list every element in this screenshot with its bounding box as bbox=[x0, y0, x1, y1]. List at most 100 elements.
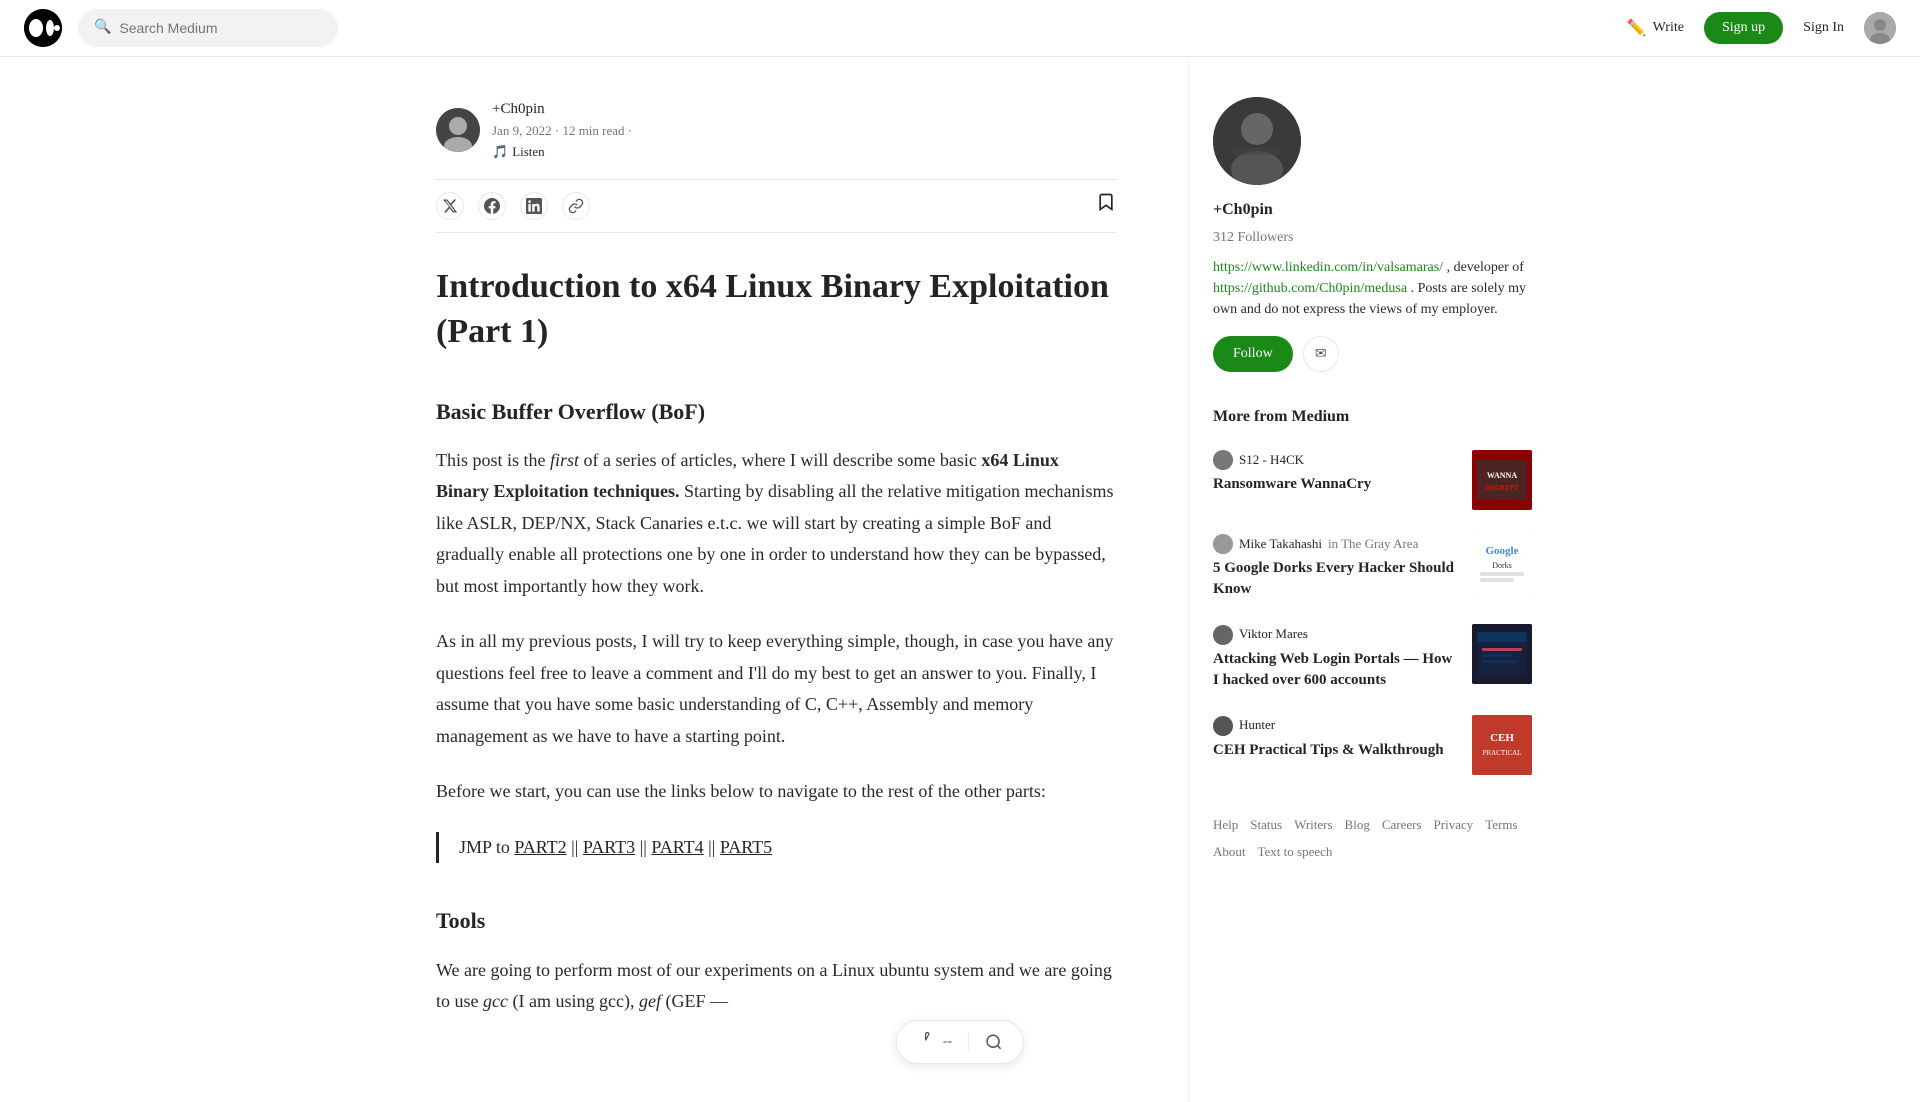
jmp-prefix: JMP to bbox=[459, 837, 514, 857]
more-from-medium: More from Medium S12 - H4CK Ransomware W… bbox=[1213, 404, 1532, 775]
subscribe-button[interactable]: ✉ bbox=[1303, 336, 1339, 372]
footer-careers[interactable]: Careers bbox=[1382, 815, 1422, 836]
svg-text:Google: Google bbox=[1486, 545, 1519, 557]
rec-4-author-avatar bbox=[1213, 716, 1233, 736]
author-name[interactable]: +Ch0pin bbox=[492, 97, 1116, 121]
rec-2-author-name: Mike Takahashi bbox=[1239, 534, 1322, 555]
rec-1-content: S12 - H4CK Ransomware WannaCry bbox=[1213, 450, 1460, 496]
footer-help[interactable]: Help bbox=[1213, 815, 1238, 836]
recommendation-1[interactable]: S12 - H4CK Ransomware WannaCry WANNA DEC… bbox=[1213, 450, 1532, 510]
rec-3-thumbnail bbox=[1472, 624, 1532, 684]
rec-4-author-row: Hunter bbox=[1213, 715, 1460, 736]
rec-3-author-avatar bbox=[1213, 625, 1233, 645]
write-label: Write bbox=[1653, 20, 1684, 36]
profile-actions: Follow ✉ bbox=[1213, 336, 1532, 372]
part3-link[interactable]: PART3 bbox=[583, 837, 635, 857]
sidebar-footer: Help Status Writers Blog Careers Privacy… bbox=[1213, 815, 1532, 863]
rec-4-title: CEH Practical Tips & Walkthrough bbox=[1213, 740, 1460, 761]
article-meta: Jan 9, 2022 · 12 min read · 🎵 Listen bbox=[492, 121, 1116, 163]
bio-text1: , developer of bbox=[1447, 260, 1524, 275]
footer-writers[interactable]: Writers bbox=[1294, 815, 1332, 836]
section1-title: Basic Buffer Overflow (BoF) bbox=[436, 394, 1116, 429]
user-avatar[interactable] bbox=[1864, 12, 1896, 44]
header-left: 🔍 bbox=[24, 9, 338, 47]
rec-1-thumbnail: WANNA DECRYPT bbox=[1472, 450, 1532, 510]
svg-text:CEH: CEH bbox=[1490, 732, 1514, 744]
linkedin-link[interactable]: https://www.linkedin.com/in/valsamaras/ bbox=[1213, 260, 1443, 275]
twitter-share-button[interactable] bbox=[436, 192, 464, 220]
rec-4-content: Hunter CEH Practical Tips & Walkthrough bbox=[1213, 715, 1460, 761]
facebook-share-button[interactable] bbox=[478, 192, 506, 220]
rec-1-author-row: S12 - H4CK bbox=[1213, 450, 1460, 471]
sep2: || bbox=[640, 837, 652, 857]
copy-link-button[interactable] bbox=[562, 192, 590, 220]
author-avatar[interactable] bbox=[436, 108, 480, 152]
rec-1-title: Ransomware WannaCry bbox=[1213, 474, 1460, 495]
write-button[interactable]: ✏️ Write bbox=[1627, 18, 1684, 38]
article-paragraph-3: Before we start, you can use the links b… bbox=[436, 776, 1116, 808]
clap-button[interactable]: -- bbox=[917, 1031, 952, 1053]
footer-status[interactable]: Status bbox=[1250, 815, 1282, 836]
linkedin-share-button[interactable] bbox=[520, 192, 548, 220]
rec-2-title: 5 Google Dorks Every Hacker Should Know bbox=[1213, 558, 1460, 600]
follow-button[interactable]: Follow bbox=[1213, 336, 1293, 372]
author-meta: +Ch0pin Jan 9, 2022 · 12 min read · 🎵 Li… bbox=[436, 97, 1116, 163]
part5-link[interactable]: PART5 bbox=[720, 837, 772, 857]
rec-3-author-name: Viktor Mares bbox=[1239, 624, 1308, 645]
subscribe-icon: ✉ bbox=[1315, 345, 1327, 362]
rec-2-content: Mike Takahashi in The Gray Area 5 Google… bbox=[1213, 534, 1460, 601]
medium-logo[interactable] bbox=[24, 9, 62, 47]
signin-button[interactable]: Sign In bbox=[1803, 20, 1844, 36]
footer-blog[interactable]: Blog bbox=[1345, 815, 1370, 836]
recommendation-4[interactable]: Hunter CEH Practical Tips & Walkthrough … bbox=[1213, 715, 1532, 775]
rec-2-in: in The Gray Area bbox=[1328, 534, 1418, 555]
signup-button[interactable]: Sign up bbox=[1704, 12, 1783, 44]
listen-button[interactable]: 🎵 Listen bbox=[492, 142, 1116, 163]
clap-count: -- bbox=[943, 1031, 952, 1053]
search-bar[interactable]: 🔍 bbox=[78, 9, 338, 47]
bottom-toolbar: -- bbox=[896, 1020, 1024, 1064]
profile-name[interactable]: +Ch0pin bbox=[1213, 197, 1532, 223]
rec-4-author-name: Hunter bbox=[1239, 715, 1275, 736]
header-right: ✏️ Write Sign up Sign In bbox=[1627, 12, 1896, 44]
listen-icon: 🎵 bbox=[492, 142, 508, 163]
part2-link[interactable]: PART2 bbox=[514, 837, 566, 857]
toolbar-search-button[interactable] bbox=[985, 1033, 1003, 1051]
footer-about[interactable]: About bbox=[1213, 842, 1246, 863]
search-icon: 🔍 bbox=[94, 17, 111, 39]
header: 🔍 ✏️ Write Sign up Sign In bbox=[0, 0, 1920, 57]
rec-3-title: Attacking Web Login Portals — How I hack… bbox=[1213, 649, 1460, 691]
navigation-blockquote: JMP to PART2 || PART3 || PART4 || PART5 bbox=[436, 832, 1116, 864]
profile-card: +Ch0pin 312 Followers https://www.linked… bbox=[1213, 97, 1532, 372]
sep1: || bbox=[571, 837, 583, 857]
save-button[interactable] bbox=[1096, 192, 1116, 221]
write-icon: ✏️ bbox=[1627, 18, 1647, 38]
sidebar: +Ch0pin 312 Followers https://www.linked… bbox=[1188, 57, 1556, 1102]
footer-text-to-speech[interactable]: Text to speech bbox=[1258, 842, 1333, 863]
search-input[interactable] bbox=[119, 20, 322, 36]
recommendation-2[interactable]: Mike Takahashi in The Gray Area 5 Google… bbox=[1213, 534, 1532, 601]
profile-bio: https://www.linkedin.com/in/valsamaras/ … bbox=[1213, 257, 1532, 320]
rec-3-author-row: Viktor Mares bbox=[1213, 624, 1460, 645]
article-area: +Ch0pin Jan 9, 2022 · 12 min read · 🎵 Li… bbox=[412, 57, 1140, 1102]
rec-1-author-avatar bbox=[1213, 450, 1233, 470]
article-paragraph-4: We are going to perform most of our expe… bbox=[436, 955, 1116, 1018]
section2-title: Tools bbox=[436, 903, 1116, 938]
toolbar-divider bbox=[968, 1032, 969, 1052]
meta-separator2: · bbox=[628, 123, 632, 138]
medusa-link[interactable]: https://github.com/Ch0pin/medusa bbox=[1213, 281, 1407, 296]
listen-label: Listen bbox=[512, 142, 545, 163]
article-title: Introduction to x64 Linux Binary Exploit… bbox=[436, 265, 1116, 353]
profile-avatar[interactable] bbox=[1213, 97, 1301, 185]
profile-followers: 312 Followers bbox=[1213, 227, 1532, 249]
rec-3-content: Viktor Mares Attacking Web Login Portals… bbox=[1213, 624, 1460, 691]
footer-terms[interactable]: Terms bbox=[1485, 815, 1517, 836]
rec-2-author-row: Mike Takahashi in The Gray Area bbox=[1213, 534, 1460, 555]
rec-2-thumbnail: Google Dorks bbox=[1472, 534, 1532, 594]
bold-text-1: x64 Linux Binary Exploitation techniques… bbox=[436, 450, 1059, 502]
footer-privacy[interactable]: Privacy bbox=[1434, 815, 1474, 836]
recommendation-3[interactable]: Viktor Mares Attacking Web Login Portals… bbox=[1213, 624, 1532, 691]
part4-link[interactable]: PART4 bbox=[651, 837, 703, 857]
main-container: +Ch0pin Jan 9, 2022 · 12 min read · 🎵 Li… bbox=[364, 57, 1556, 1102]
footer-links: Help Status Writers Blog Careers Privacy… bbox=[1213, 815, 1532, 863]
